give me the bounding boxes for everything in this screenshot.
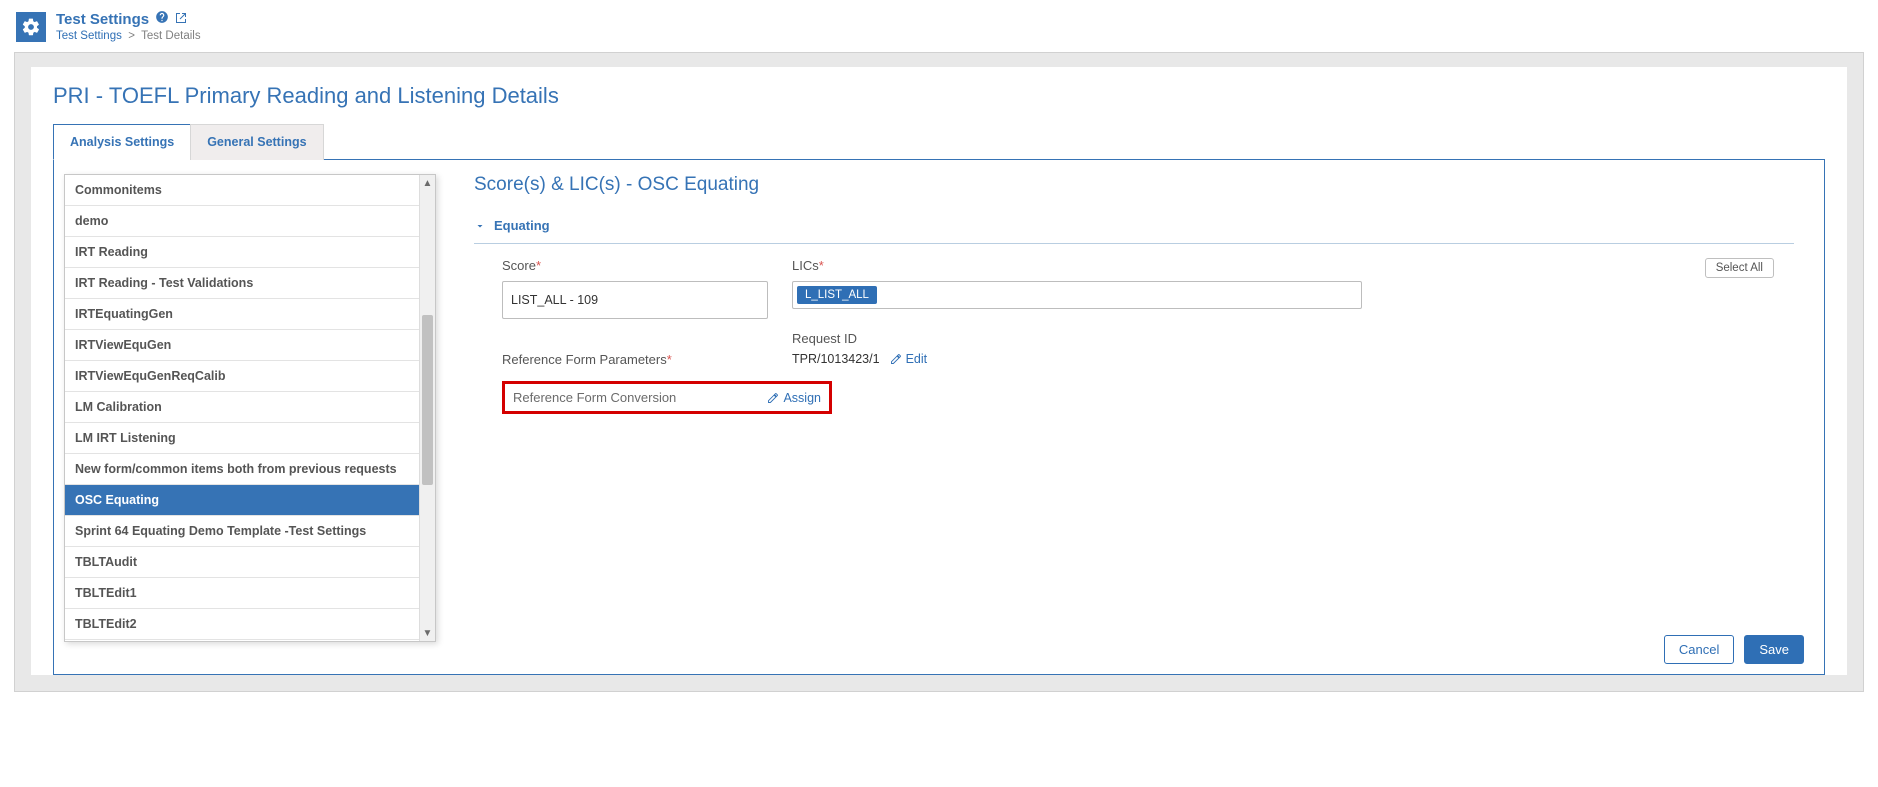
template-listbox[interactable]: CommonitemsdemoIRT ReadingIRT Reading - …: [64, 174, 436, 642]
section-title: Score(s) & LIC(s) - OSC Equating: [474, 174, 1794, 196]
request-id-value: TPR/1013423/1: [792, 352, 880, 366]
lics-multiselect[interactable]: L_LIST_ALL: [792, 281, 1362, 309]
list-item[interactable]: OSC Equating: [65, 485, 420, 516]
select-all-button[interactable]: Select All: [1705, 258, 1774, 278]
edit-icon: [767, 392, 779, 404]
list-item[interactable]: IRT Reading: [65, 237, 420, 268]
edit-link[interactable]: Edit: [890, 352, 928, 366]
reference-form-conversion-label: Reference Form Conversion: [513, 390, 676, 405]
list-item[interactable]: Commonitems: [65, 175, 420, 206]
reference-form-conversion-highlight: Reference Form Conversion Assign: [502, 381, 832, 414]
lics-label: LICs*: [792, 258, 1794, 273]
score-label: Score*: [502, 258, 792, 273]
external-link-icon[interactable]: [175, 11, 187, 28]
lics-chip[interactable]: L_LIST_ALL: [797, 286, 877, 304]
gear-icon: [16, 12, 46, 42]
reference-form-parameters-label: Reference Form Parameters*: [502, 352, 792, 367]
list-item[interactable]: New form/common items both from previous…: [65, 454, 420, 485]
help-icon[interactable]: [155, 10, 169, 28]
assign-link[interactable]: Assign: [767, 391, 821, 405]
chevron-down-icon: [474, 220, 486, 232]
list-item[interactable]: Sprint 64 Equating Demo Template -Test S…: [65, 516, 420, 547]
breadcrumb-root-link[interactable]: Test Settings: [56, 30, 122, 42]
list-item[interactable]: LM IRT Listening: [65, 423, 420, 454]
score-select[interactable]: [502, 281, 768, 319]
list-item[interactable]: TBLTEditOptions: [65, 640, 420, 642]
page-header-title: Test Settings: [56, 11, 149, 28]
list-item[interactable]: IRT Reading - Test Validations: [65, 268, 420, 299]
breadcrumb: Test Settings > Test Details: [56, 30, 201, 42]
request-id-label: Request ID: [792, 331, 1794, 346]
list-item[interactable]: LM Calibration: [65, 392, 420, 423]
tab-analysis-settings[interactable]: Analysis Settings: [53, 124, 191, 160]
cancel-button[interactable]: Cancel: [1664, 635, 1734, 664]
list-item[interactable]: demo: [65, 206, 420, 237]
list-item[interactable]: IRTViewEquGenReqCalib: [65, 361, 420, 392]
list-item[interactable]: IRTEquatingGen: [65, 299, 420, 330]
list-item[interactable]: TBLTEdit2: [65, 609, 420, 640]
scrollbar[interactable]: ▲ ▼: [419, 175, 435, 641]
page-title: PRI - TOEFL Primary Reading and Listenin…: [53, 83, 1825, 109]
breadcrumb-current: Test Details: [141, 30, 200, 42]
scroll-down-icon[interactable]: ▼: [420, 625, 435, 641]
scroll-up-icon[interactable]: ▲: [420, 175, 435, 191]
list-item[interactable]: TBLTAudit: [65, 547, 420, 578]
list-item[interactable]: IRTViewEquGen: [65, 330, 420, 361]
accordion-equating[interactable]: Equating: [474, 214, 1794, 244]
scroll-thumb[interactable]: [422, 315, 433, 485]
tab-general-settings[interactable]: General Settings: [190, 124, 323, 160]
edit-icon: [890, 353, 902, 365]
save-button[interactable]: Save: [1744, 635, 1804, 664]
list-item[interactable]: TBLTEdit1: [65, 578, 420, 609]
tabs: Analysis Settings General Settings: [53, 123, 1825, 160]
